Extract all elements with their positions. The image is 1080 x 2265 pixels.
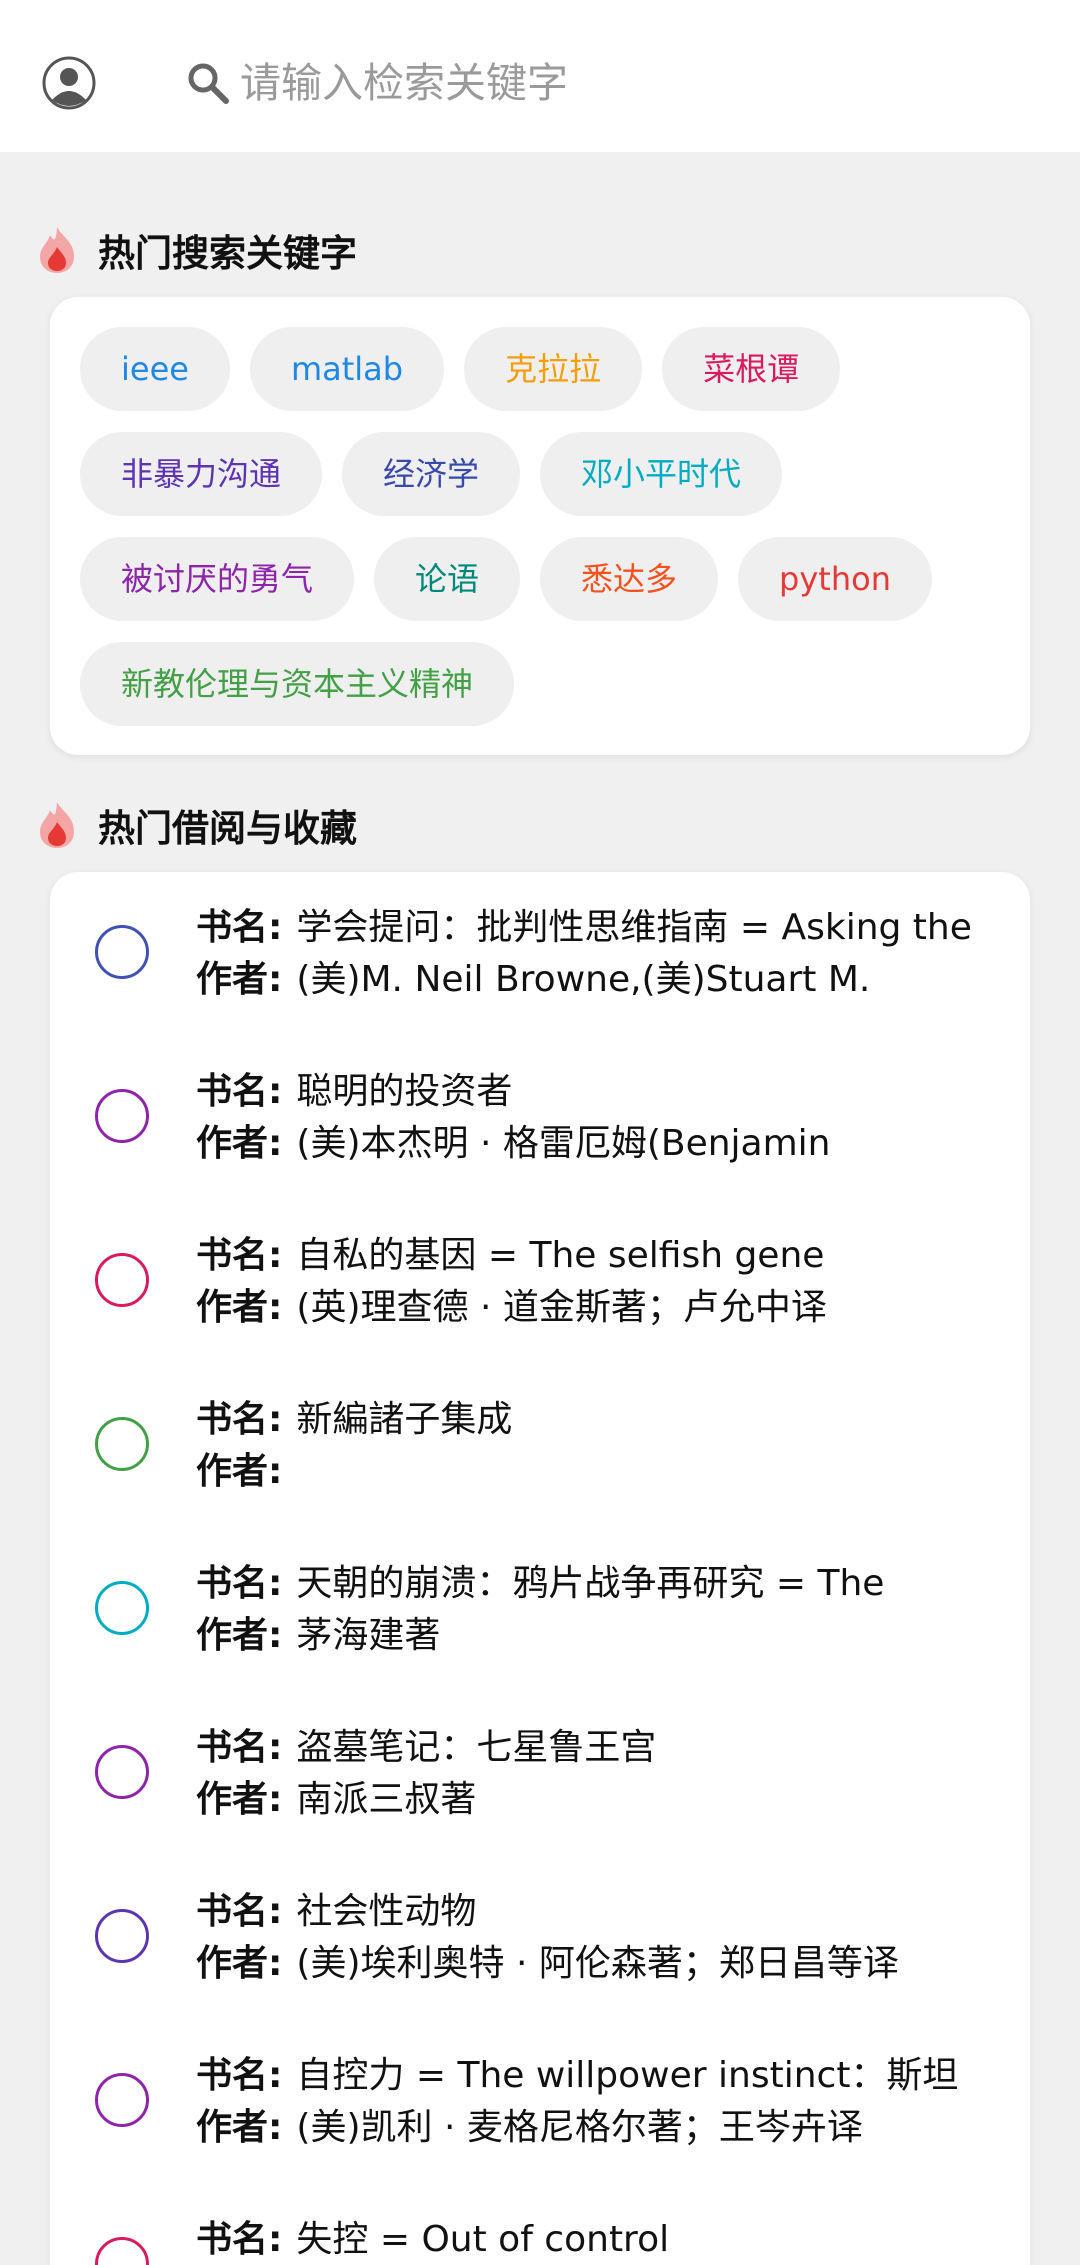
search-input[interactable] xyxy=(240,59,1000,107)
title-label: 书名: xyxy=(196,1563,283,1604)
hot-books-title: 热门借阅与收藏 xyxy=(98,807,357,850)
book-author: (美)本杰明 · 格雷厄姆(Benjamin xyxy=(296,1123,831,1164)
title-label: 书名: xyxy=(196,1891,283,1932)
keyword-tag[interactable]: 菜根谭 xyxy=(662,327,841,411)
book-item[interactable]: 书名: 天朝的崩溃：鸦片战争再研究 = The 作者: 茅海建著 xyxy=(50,1558,1030,1722)
status-circle-icon xyxy=(95,1745,149,1799)
book-author: (美)凯利 · 麦格尼格尔著；王岑卉译 xyxy=(296,2107,863,2148)
title-label: 书名: xyxy=(196,1235,283,1276)
status-circle-icon xyxy=(95,2237,149,2265)
status-circle-icon xyxy=(95,925,149,979)
title-label: 书名: xyxy=(196,1071,283,1112)
status-circle-icon xyxy=(95,2073,149,2127)
search-bar[interactable] xyxy=(184,50,1044,116)
keyword-tag[interactable]: ieee xyxy=(80,327,230,411)
title-label: 书名: xyxy=(196,1727,283,1768)
book-item[interactable]: 书名: 自私的基因 = The selfish gene 作者: (英)理查德 · … xyxy=(50,1230,1030,1394)
top-bar xyxy=(0,0,1080,152)
search-icon xyxy=(188,63,229,104)
hot-books-card: 书名: 学会提问：批判性思维指南 = Asking the 作者: (美)M. Ne… xyxy=(50,872,1030,2265)
author-label: 作者: xyxy=(196,1123,283,1164)
book-item[interactable]: 书名: 学会提问：批判性思维指南 = Asking the 作者: (美)M. Ne… xyxy=(50,902,1030,1066)
book-item[interactable]: 书名: 自控力 = The willpower instinct：斯坦 作者: (美… xyxy=(50,2050,1030,2214)
book-author: (美)M. Neil Browne,(美)Stuart M. xyxy=(296,959,871,1000)
author-label: 作者: xyxy=(196,959,283,1000)
status-circle-icon xyxy=(95,1909,149,1963)
keyword-tag[interactable]: 非暴力沟通 xyxy=(80,432,323,516)
keyword-tag[interactable]: 被讨厌的勇气 xyxy=(80,537,355,621)
book-title: 盗墓笔记：七星鲁王宫 xyxy=(296,1727,657,1768)
hot-books-header: 热门借阅与收藏 xyxy=(34,797,357,853)
hot-keywords-title: 热门搜索关键字 xyxy=(98,232,357,275)
book-item[interactable]: 书名: 社会性动物 作者: (美)埃利奥特 · 阿伦森著；郑日昌等译 xyxy=(50,1886,1030,2050)
book-title: 新編諸子集成 xyxy=(296,1399,513,1440)
hot-keywords-header: 热门搜索关键字 xyxy=(34,222,357,278)
keyword-tag[interactable]: 克拉拉 xyxy=(464,327,643,411)
book-author: 茅海建著 xyxy=(296,1615,441,1656)
book-title: 学会提问：批判性思维指南 = Asking the xyxy=(296,907,972,948)
tag-row: ieee matlab 克拉拉 菜根谭 xyxy=(80,327,1030,411)
author-label: 作者: xyxy=(196,1943,283,1984)
status-circle-icon xyxy=(95,1089,149,1143)
keyword-tag[interactable]: 论语 xyxy=(374,537,521,621)
tag-row: 被讨厌的勇气 论语 悉达多 python xyxy=(80,537,1030,621)
author-label: 作者: xyxy=(196,1779,283,1820)
status-circle-icon xyxy=(95,1581,149,1635)
book-item[interactable]: 书名: 失控 = Out of control xyxy=(50,2214,1030,2265)
keyword-tag[interactable]: matlab xyxy=(249,327,445,411)
book-item[interactable]: 书名: 聪明的投资者 作者: (美)本杰明 · 格雷厄姆(Benjamin xyxy=(50,1066,1030,1230)
author-label: 作者: xyxy=(196,1615,283,1656)
status-circle-icon xyxy=(95,1417,149,1471)
book-title: 自控力 = The willpower instinct：斯坦 xyxy=(296,2055,959,2096)
fire-icon xyxy=(40,227,74,273)
tag-row: 新教伦理与资本主义精神 xyxy=(80,642,1030,726)
author-label: 作者: xyxy=(196,2107,283,2148)
keyword-tag[interactable]: 悉达多 xyxy=(540,537,719,621)
title-label: 书名: xyxy=(196,1399,283,1440)
title-label: 书名: xyxy=(196,907,283,948)
book-title: 自私的基因 = The selfish gene xyxy=(296,1235,825,1276)
book-item[interactable]: 书名: 新編諸子集成 作者: xyxy=(50,1394,1030,1558)
status-circle-icon xyxy=(95,1253,149,1307)
book-item[interactable]: 书名: 盗墓笔记：七星鲁王宫 作者: 南派三叔著 xyxy=(50,1722,1030,1886)
book-author: 南派三叔著 xyxy=(296,1779,477,1820)
title-label: 书名: xyxy=(196,2219,283,2260)
keyword-tag[interactable]: 新教伦理与资本主义精神 xyxy=(80,642,515,726)
book-title: 失控 = Out of control xyxy=(296,2219,670,2260)
keyword-tag[interactable]: 经济学 xyxy=(342,432,521,516)
book-author: (美)埃利奥特 · 阿伦森著；郑日昌等译 xyxy=(296,1943,899,1984)
author-label: 作者: xyxy=(196,1287,283,1328)
book-title: 天朝的崩溃：鸦片战争再研究 = The xyxy=(296,1563,885,1604)
keyword-tag[interactable]: python xyxy=(738,537,932,621)
fire-icon xyxy=(40,802,74,848)
title-label: 书名: xyxy=(196,2055,283,2096)
author-label: 作者: xyxy=(196,1451,283,1492)
keyword-tag[interactable]: 邓小平时代 xyxy=(540,432,783,516)
book-title: 聪明的投资者 xyxy=(296,1071,513,1112)
user-avatar-icon[interactable] xyxy=(42,56,96,110)
book-title: 社会性动物 xyxy=(296,1891,477,1932)
book-author: (英)理查德 · 道金斯著；卢允中译 xyxy=(296,1287,827,1328)
hot-keywords-card: ieee matlab 克拉拉 菜根谭 非暴力沟通 经济学 邓小平时代 被讨厌的… xyxy=(50,297,1030,755)
tag-row: 非暴力沟通 经济学 邓小平时代 xyxy=(80,432,1030,516)
